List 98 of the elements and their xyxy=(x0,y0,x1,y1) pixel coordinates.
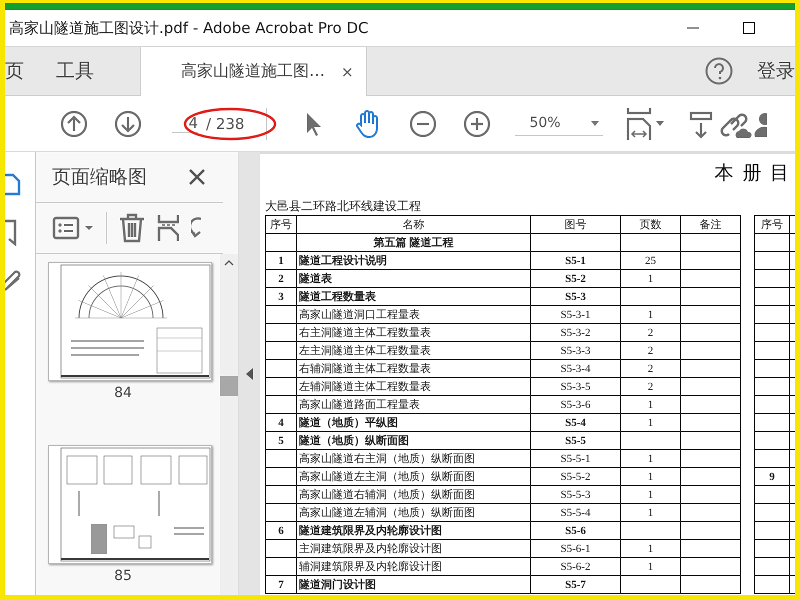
table-cell: 右主洞隧道主体工程数量表 xyxy=(299,327,431,339)
table-cell: 2 xyxy=(648,344,654,356)
page-up-icon[interactable] xyxy=(60,110,88,138)
close-icon[interactable] xyxy=(189,169,205,185)
table-cell: 1 xyxy=(648,542,654,554)
column-header: 备注 xyxy=(680,216,740,234)
table-cell: S5-3-1 xyxy=(560,308,590,320)
table-cell: S5-3 xyxy=(565,290,586,302)
column-header: 名称 xyxy=(296,216,530,234)
table-cell: 辅洞建筑限界及内轮廓设计图 xyxy=(299,561,442,573)
collapse-panel-icon[interactable] xyxy=(246,368,253,380)
table-cell: 1 xyxy=(648,416,654,428)
table-cell: 隧道洞门设计图 xyxy=(299,579,376,591)
table-cell: S5-2 xyxy=(565,272,586,284)
table-cell: 1 xyxy=(648,560,654,572)
table-cell: 1 xyxy=(648,488,654,500)
table-cell: 25 xyxy=(645,254,656,266)
table-cell: S5-3-4 xyxy=(560,362,590,374)
table-cell: 主洞建筑限界及内轮廓设计图 xyxy=(299,543,442,555)
table-cell: 1 xyxy=(648,272,654,284)
project-title: 大邑县二环路北环线建设工程 xyxy=(265,198,422,215)
table-cell: 1 xyxy=(648,506,654,518)
table-cell: 1 xyxy=(278,254,284,266)
table-cell: 1 xyxy=(648,398,654,410)
table-cell: S5-5-3 xyxy=(560,488,590,500)
panel-title: 页面缩略图 xyxy=(52,165,147,190)
options-icon[interactable] xyxy=(52,215,94,241)
table-cell: 2 xyxy=(278,272,284,284)
document-heading: 本 册 目 xyxy=(714,162,792,186)
table-cell: 3 xyxy=(278,290,284,302)
table-cell: S5-5-2 xyxy=(560,470,590,482)
table-cell: 隧道（地质）平纵图 xyxy=(299,417,398,429)
table-cell: 隧道表 xyxy=(299,273,332,285)
table-cell: S5-3-5 xyxy=(560,380,590,392)
table-cell: S5-5-1 xyxy=(560,452,590,464)
help-icon[interactable] xyxy=(705,57,733,85)
table-cell: 5 xyxy=(278,434,284,446)
scrollbar-thumb[interactable] xyxy=(220,376,238,396)
table-cell: S5-3-6 xyxy=(560,398,590,410)
table-cell: 1 xyxy=(648,308,654,320)
table-cell: S5-6-2 xyxy=(560,560,590,572)
table-cell: S5-5-4 xyxy=(560,506,590,518)
page-thumbnail[interactable] xyxy=(48,262,212,381)
table-cell: 高家山隧道右辅洞（地质）纵断面图 xyxy=(299,489,475,501)
table-cell: 1 xyxy=(648,470,654,482)
zoom-out-icon[interactable] xyxy=(409,110,438,138)
table-cell: 高家山隧道左主洞（地质）纵断面图 xyxy=(299,471,475,483)
caret-icon xyxy=(591,120,600,126)
table-cell: 6 xyxy=(278,524,284,536)
table-cell: 7 xyxy=(278,578,284,590)
table-cell: S5-6 xyxy=(565,524,586,536)
table-cell: 1 xyxy=(648,452,654,464)
column-header: 图号 xyxy=(530,216,620,234)
table-cell: 2 xyxy=(648,380,654,392)
column-header: 序号 xyxy=(266,216,296,234)
page-number-field[interactable]: 4 xyxy=(172,114,198,133)
close-tab-icon[interactable]: × xyxy=(341,62,354,80)
zoom-in-icon[interactable] xyxy=(463,110,492,138)
table-cell: 高家山隧道洞口工程量表 xyxy=(299,309,420,321)
window-title: 高家山隧道施工图设计.pdf - Adobe Acrobat Pro DC xyxy=(9,18,370,38)
page-thumbnail[interactable] xyxy=(48,445,212,564)
table-cell: 隧道工程设计说明 xyxy=(299,255,387,267)
scroll-up-icon[interactable] xyxy=(224,260,234,266)
table-cell: 右辅洞隧道主体工程数量表 xyxy=(299,363,431,375)
page-down-icon[interactable] xyxy=(114,110,142,138)
table-cell: 左主洞隧道主体工程数量表 xyxy=(299,345,431,357)
tab[interactable]: 页 xyxy=(5,47,40,95)
table-cell: 左辅洞隧道主体工程数量表 xyxy=(299,381,431,393)
tab[interactable]: 工具 xyxy=(40,47,110,95)
table-cell: 2 xyxy=(648,326,654,338)
table-cell: 4 xyxy=(278,416,284,428)
table-cell: S5-6-1 xyxy=(560,542,590,554)
sign-in-button[interactable]: 登录 xyxy=(757,58,795,84)
page-number: 85 xyxy=(113,568,133,584)
table-cell: S5-5 xyxy=(565,434,586,446)
table-cell: S5-7 xyxy=(565,578,586,590)
table-cell: 第五篇 隧道工程 xyxy=(374,237,454,249)
table-cell: 隧道（地质）纵断面图 xyxy=(299,435,409,447)
table-cell: S5-4 xyxy=(565,416,586,428)
insert-page-icon[interactable] xyxy=(157,214,179,242)
trash-icon[interactable] xyxy=(119,213,145,243)
column-header: 页数 xyxy=(620,216,680,234)
maximize-icon[interactable] xyxy=(743,22,755,34)
table-cell: S5-3-3 xyxy=(560,344,590,356)
table-cell: 高家山隧道左辅洞（地质）纵断面图 xyxy=(299,507,475,519)
table-cell: S5-1 xyxy=(565,254,586,266)
table-cell: 2 xyxy=(648,362,654,374)
table-cell: 高家山隧道右主洞（地质）纵断面图 xyxy=(299,453,475,465)
table-cell: 9 xyxy=(769,470,775,482)
page-count: / 238 xyxy=(206,114,244,132)
column-header: 序号 xyxy=(754,216,790,234)
table-cell: 隧道工程数量表 xyxy=(299,291,376,303)
tab[interactable]: 高家山隧道施工图… × xyxy=(140,47,367,96)
table-cell: S5-3-2 xyxy=(560,326,590,338)
page-number: 84 xyxy=(113,385,133,401)
table-cell: 隧道建筑限界及内轮廓设计图 xyxy=(299,525,442,537)
zoom-dropdown[interactable]: 50% xyxy=(515,111,604,136)
table-cell: 高家山隧道路面工程量表 xyxy=(299,399,420,411)
